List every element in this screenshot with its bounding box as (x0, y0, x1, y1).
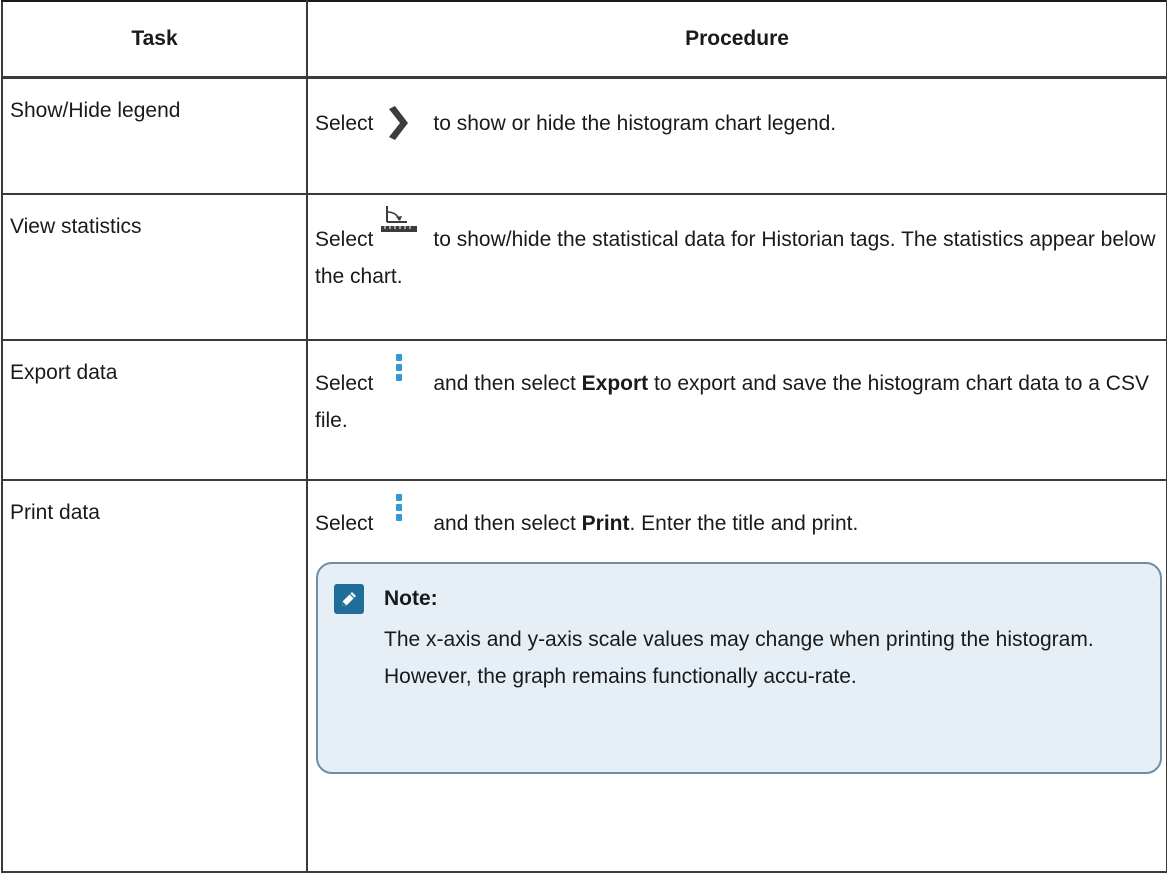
print-label: Print (581, 512, 630, 535)
table-header-row: Task Procedure (1, 0, 1167, 79)
select-text: Select (315, 372, 374, 395)
task-label: Print data (10, 501, 100, 524)
select-text: Select (315, 112, 374, 135)
procedure-text: to show/hide the statistical data for Hi… (315, 228, 1156, 288)
header-task: Task (1, 0, 308, 79)
procedure-text-before: and then select (433, 512, 576, 535)
procedure-text: to show or hide the histogram chart lege… (433, 112, 837, 135)
table-row: View statistics Select to show/hide the … (1, 193, 1167, 341)
table-row: Export data Select and then select Expor… (1, 339, 1167, 481)
procedure-text-before: and then select (433, 372, 576, 395)
table-row: Show/Hide legend Select to show or hide … (1, 76, 1167, 195)
pencil-icon (334, 583, 364, 614)
task-label: Show/Hide legend (10, 99, 181, 122)
more-options-icon (373, 354, 433, 390)
export-label: Export (581, 372, 649, 395)
procedure-cell: Select to show/hide the statistical data… (306, 193, 1167, 341)
more-options-icon (373, 494, 433, 530)
procedure-cell: Select to show or hide the histogram cha… (306, 76, 1167, 195)
procedure-text-after: . Enter the title and print. (629, 512, 859, 535)
task-label: View statistics (10, 215, 142, 238)
note-box: Note: The x-axis and y-axis scale values… (316, 562, 1162, 774)
task-cell: Show/Hide legend (1, 76, 308, 195)
task-procedure-table: Task Procedure Show/Hide legend Select t… (1, 0, 1167, 873)
statistics-icon (373, 206, 433, 246)
header-procedure: Procedure (306, 0, 1167, 79)
procedure-cell: Select and then select Export to export … (306, 339, 1167, 481)
task-cell: View statistics (1, 193, 308, 341)
note-text: The x-axis and y-axis scale values may c… (384, 628, 1094, 688)
procedure-cell: Select and then select Print. Enter the … (306, 479, 1167, 873)
select-text: Select (315, 228, 374, 251)
note-title: Note: (384, 587, 438, 610)
task-cell: Print data (1, 479, 308, 873)
table-row: Print data Select and then select Print.… (1, 479, 1167, 873)
task-label: Export data (10, 361, 118, 384)
task-cell: Export data (1, 339, 308, 481)
select-text: Select (315, 512, 374, 535)
